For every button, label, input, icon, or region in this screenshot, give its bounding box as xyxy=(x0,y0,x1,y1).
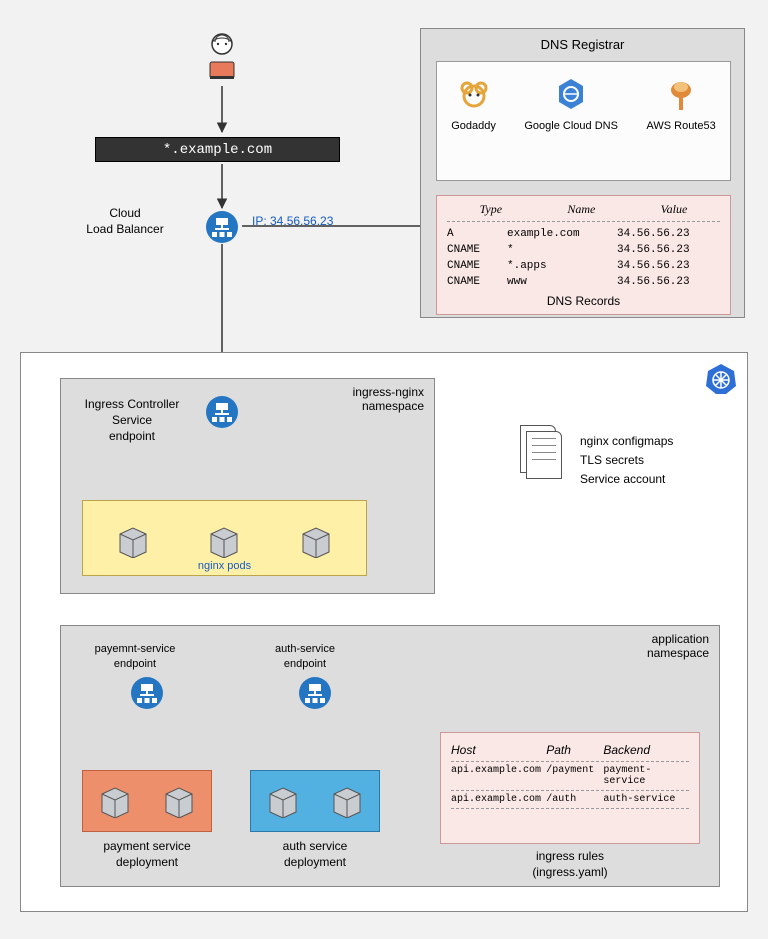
registrar-gcloud: Google Cloud DNS xyxy=(524,76,618,132)
dns-registrar-panel: DNS Registrar Godaddy Google Cloud DNS A… xyxy=(420,28,745,318)
ingress-rules-label: ingress rules (ingress.yaml) xyxy=(440,848,700,880)
dns-title: DNS Registrar xyxy=(421,37,744,52)
payment-svc-icon xyxy=(130,676,164,710)
load-balancer-icon xyxy=(205,210,239,244)
ingress-rules-box: Host Path Backend api.example.com/paymen… xyxy=(440,732,700,844)
user-icon xyxy=(200,32,244,82)
dns-record-row: CNAMEwww34.56.56.23 xyxy=(447,274,720,290)
nginx-pods-band: nginx pods xyxy=(82,500,367,576)
pod-icon xyxy=(299,524,333,558)
dns-records-box: Type Name Value Aexample.com34.56.56.23 … xyxy=(436,195,731,315)
pod-icon xyxy=(207,524,241,558)
dns-records-header: Type Name Value xyxy=(447,202,720,217)
registrar-godaddy: Godaddy xyxy=(451,76,496,132)
pod-icon xyxy=(98,784,132,818)
ingress-ns-title: ingress-nginx namespace xyxy=(353,385,424,413)
config-line: TLS secrets xyxy=(580,451,673,470)
auth-dep-label: auth service deployment xyxy=(250,838,380,870)
payment-dep-label: payment service deployment xyxy=(82,838,212,870)
auth-deployment xyxy=(250,770,380,832)
config-line: nginx configmaps xyxy=(580,432,673,451)
nginx-pods-label: nginx pods xyxy=(83,560,366,572)
gcloud-label: Google Cloud DNS xyxy=(524,120,618,132)
kubernetes-icon xyxy=(704,362,738,396)
gcloud-dns-icon xyxy=(553,76,589,112)
dns-records-label: DNS Records xyxy=(437,294,730,308)
pod-icon xyxy=(116,524,150,558)
pod-icon xyxy=(330,784,364,818)
ingress-rule-row: api.example.com/authauth-service xyxy=(441,791,699,808)
lb-label: Cloud Load Balancer xyxy=(60,205,190,237)
godaddy-icon xyxy=(456,76,492,112)
auth-endpoint-label: auth-service endpoint xyxy=(250,642,360,672)
payment-endpoint-label: payemnt-service endpoint xyxy=(80,642,190,672)
lb-ip-label: IP: 34.56.56.23 xyxy=(252,213,333,229)
config-line: Service account xyxy=(580,470,673,489)
domain-bar: *.example.com xyxy=(95,137,340,162)
domain-text: *.example.com xyxy=(163,142,272,158)
dns-record-row: CNAME*34.56.56.23 xyxy=(447,242,720,258)
dns-record-row: Aexample.com34.56.56.23 xyxy=(447,226,720,242)
pod-icon xyxy=(162,784,196,818)
ingress-controller-svc-icon xyxy=(205,395,239,429)
auth-svc-icon xyxy=(298,676,332,710)
godaddy-label: Godaddy xyxy=(451,120,496,132)
ingress-rule-row: api.example.com/paymentpayment-service xyxy=(441,762,699,790)
payment-deployment xyxy=(82,770,212,832)
route53-icon xyxy=(663,76,699,112)
registrar-route53: AWS Route53 xyxy=(646,76,715,132)
route53-label: AWS Route53 xyxy=(646,120,715,132)
ingress-rules-header: Host Path Backend xyxy=(441,733,699,761)
registrar-row: Godaddy Google Cloud DNS AWS Route53 xyxy=(436,61,731,181)
dns-record-row: CNAME*.apps34.56.56.23 xyxy=(447,258,720,274)
config-docs-icon xyxy=(520,425,565,480)
ingress-controller-label: Ingress Controller Service endpoint xyxy=(72,396,192,445)
pod-icon xyxy=(266,784,300,818)
config-docs-list: nginx configmaps TLS secrets Service acc… xyxy=(580,432,673,490)
app-ns-title: application namespace xyxy=(647,632,709,660)
